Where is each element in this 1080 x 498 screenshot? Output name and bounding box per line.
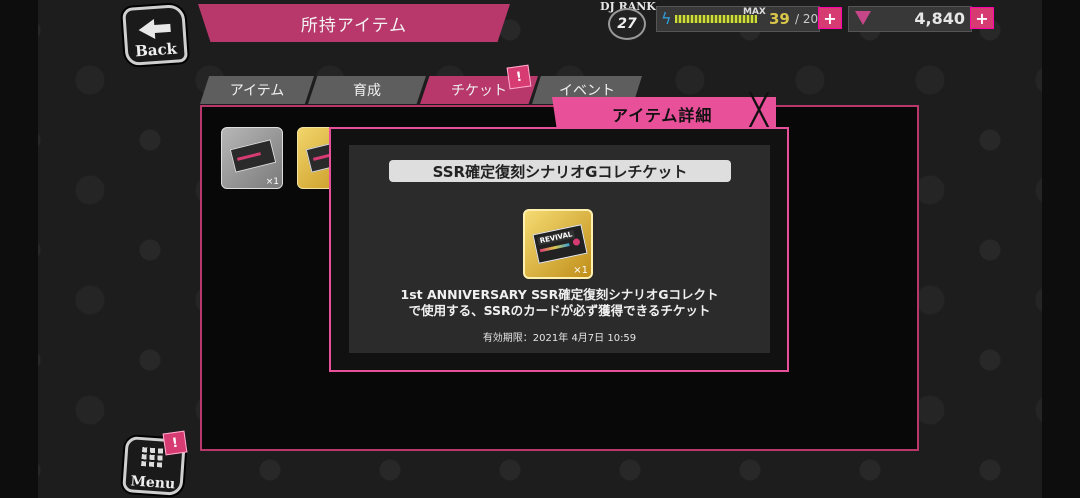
gem-add-button[interactable]: + xyxy=(970,7,994,29)
description-line-2: で使用する、SSRのカードが必ず獲得できるチケット xyxy=(408,303,711,318)
item-count: ×1 xyxy=(265,177,279,187)
menu-label: Menu xyxy=(129,473,176,493)
back-arrow-bar xyxy=(152,23,171,34)
gem-icon xyxy=(855,11,871,25)
description-line-1: 1st ANNIVERSARY SSR確定復刻シナリオGコレクト xyxy=(400,287,719,302)
grid-icon xyxy=(140,446,167,468)
tab-item[interactable]: アイテム xyxy=(200,76,314,104)
item-name: SSR確定復刻シナリオGコレチケット xyxy=(389,160,731,182)
menu-notification-badge: ! xyxy=(162,430,188,456)
item-detail-body: SSR確定復刻シナリオGコレチケット REVIVAL ×1 1st ANNIVE… xyxy=(349,145,770,353)
item-detail-modal: SSR確定復刻シナリオGコレチケット REVIVAL ×1 1st ANNIVE… xyxy=(329,127,789,372)
back-label: Back xyxy=(134,39,178,61)
stamina-current: 39 xyxy=(769,10,790,28)
stamina-panel: ϟ MAX 39 / 20 xyxy=(656,6,820,32)
lightning-icon: ϟ xyxy=(661,9,672,28)
page-title-banner: 所持アイテム xyxy=(198,4,510,42)
item-count: ×1 xyxy=(573,265,588,276)
item-expiry: 有効期限：2021年 4月7日 10:59 xyxy=(482,333,637,344)
stamina-max: / 20 xyxy=(795,12,819,26)
right-letterbox xyxy=(1042,0,1080,498)
stamina-add-button[interactable]: + xyxy=(818,7,842,29)
page-title: 所持アイテム xyxy=(300,15,408,36)
ticket-icon xyxy=(229,139,277,173)
ticket-dot xyxy=(572,237,581,247)
gem-count: 4,840 xyxy=(914,9,965,28)
item-image: REVIVAL ×1 xyxy=(523,209,593,279)
stamina-max-label: MAX xyxy=(743,7,766,17)
tab-notification-badge: ! xyxy=(506,64,532,90)
dj-rank-badge[interactable]: 27 xyxy=(608,8,646,40)
back-button[interactable]: Back xyxy=(122,3,188,67)
ticket-stripe xyxy=(539,243,570,253)
ticket-text: REVIVAL xyxy=(537,229,576,246)
item-detail-title: アイテム詳細 xyxy=(612,106,713,125)
item-description: 1st ANNIVERSARY SSR確定復刻シナリオGコレクト で使用する、S… xyxy=(349,287,770,319)
revival-ticket-icon: REVIVAL xyxy=(532,224,588,264)
status-bar: DJ RANK 27 ϟ MAX 39 / 20 + 4,840 + xyxy=(600,0,1002,40)
left-letterbox xyxy=(0,0,38,498)
gem-panel: 4,840 xyxy=(848,6,972,32)
inventory-item[interactable]: ×1 xyxy=(221,127,283,189)
tab-training[interactable]: 育成 xyxy=(308,76,426,104)
close-button[interactable]: ╳ xyxy=(742,96,776,128)
